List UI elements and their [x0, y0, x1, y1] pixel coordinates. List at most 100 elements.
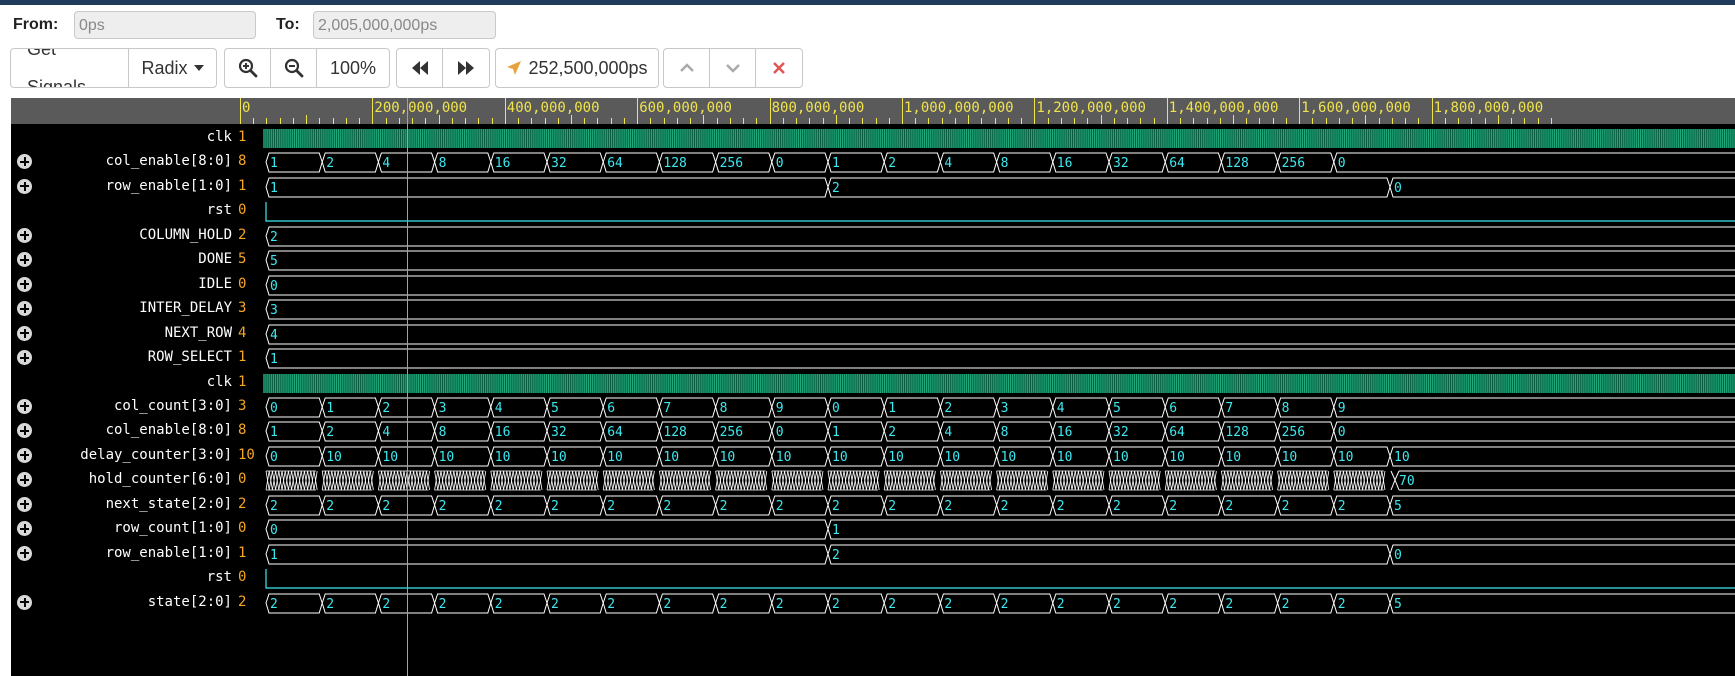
- zoom-in-button[interactable]: [225, 49, 271, 87]
- signal-row[interactable]: row_enable[1:0] 1 1 2 0: [11, 174, 1735, 201]
- move-down-button[interactable]: [710, 49, 756, 87]
- signal-name[interactable]: col_count[3:0]: [114, 398, 232, 414]
- signal-row[interactable]: INTER_DELAY 3 3: [11, 296, 1735, 323]
- signal-row[interactable]: delay_counter[3:0] 10 0 10 10 10 10 10 10 10 10 10 1…: [11, 443, 1735, 470]
- signal-name[interactable]: ROW_SELECT: [148, 349, 232, 365]
- from-time-input[interactable]: 0ps: [74, 11, 256, 39]
- signal-name[interactable]: rst: [207, 569, 232, 585]
- signal-waveform[interactable]: 0 10 10 10 10 10 10 10 10 10 10 10 10 10 10 10 10 10 10 10 1…: [263, 443, 1735, 470]
- ruler-minor-tick: [729, 118, 731, 124]
- zoom-out-button[interactable]: [271, 49, 317, 87]
- signal-name[interactable]: NEXT_ROW: [165, 325, 232, 341]
- bus-segment: [265, 299, 1735, 320]
- signal-name[interactable]: COLUMN_HOLD: [139, 227, 232, 243]
- signal-waveform[interactable]: 2 2 2 2 2 2 2 2 2 2 2 2 2 2 2 2 2 2 2 2 5: [263, 590, 1735, 617]
- move-up-button[interactable]: [664, 49, 710, 87]
- expand-plus-icon[interactable]: [17, 521, 32, 537]
- to-time-input[interactable]: 2,005,000,000ps: [313, 11, 496, 39]
- expand-plus-icon[interactable]: [17, 252, 32, 268]
- signal-row[interactable]: NEXT_ROW 4 4: [11, 321, 1735, 348]
- signal-waveform[interactable]: 1 2 4 8 16 32 64 128 256 0 1 2 4 8 16 32 64 128 256 0: [263, 418, 1735, 445]
- signal-row[interactable]: col_count[3:0] 3 0 1 2 3 4 5 6 7 8 9 0 1 2 3 4 5 6 7 8 9: [11, 394, 1735, 421]
- signal-name[interactable]: hold_counter[6:0]: [89, 471, 232, 487]
- expand-plus-icon[interactable]: [17, 423, 32, 439]
- signal-row[interactable]: rst 0: [11, 565, 1735, 592]
- signal-waveform[interactable]: 01: [263, 516, 1735, 543]
- expand-plus-icon[interactable]: [17, 545, 32, 561]
- cursor-time-button[interactable]: 252,500,000ps: [496, 49, 658, 87]
- expand-plus-icon[interactable]: [17, 496, 32, 512]
- bus-value-label: 8: [439, 425, 447, 440]
- signal-row[interactable]: ROW_SELECT 1 1: [11, 345, 1735, 372]
- signal-waveform[interactable]: [263, 198, 1735, 225]
- signal-waveform[interactable]: 5: [263, 247, 1735, 274]
- expand-plus-icon[interactable]: [17, 350, 32, 366]
- signal-row[interactable]: COLUMN_HOLD 2 2: [11, 223, 1735, 250]
- signal-row[interactable]: col_enable[8:0] 8 1 2 4 8 16 32 64 128 256 0 1 2 4 8 16 3…: [11, 418, 1735, 445]
- signal-name[interactable]: col_enable[8:0]: [106, 153, 232, 169]
- delete-signal-button[interactable]: [756, 49, 802, 87]
- signal-name[interactable]: DONE: [198, 251, 232, 267]
- signal-row[interactable]: rst 0: [11, 198, 1735, 225]
- signal-name[interactable]: INTER_DELAY: [139, 300, 232, 316]
- bus-segment: [265, 250, 1735, 271]
- time-cursor-line[interactable]: [407, 98, 409, 676]
- zoom-level-display[interactable]: 100%: [317, 49, 389, 87]
- signal-row[interactable]: state[2:0] 2 2 2 2 2 2 2 2 2 2 2 2 2 2 2 2 2 2 2 2 2 5: [11, 590, 1735, 617]
- signal-name[interactable]: col_enable[8:0]: [106, 422, 232, 438]
- waveform-viewer[interactable]: 0 200,000,000 400,000,000 600,000,000 800,00…: [11, 98, 1735, 676]
- signal-name[interactable]: rst: [207, 202, 232, 218]
- signal-row[interactable]: row_enable[1:0] 1 1 2 0: [11, 541, 1735, 568]
- signal-name[interactable]: next_state[2:0]: [106, 496, 232, 512]
- signal-waveform[interactable]: 1 2 0: [263, 541, 1735, 568]
- signal-row[interactable]: col_enable[8:0] 8 1 2 4 8 16 32 64 128 256 0 1 2 4 8 16 3…: [11, 149, 1735, 176]
- expand-plus-icon[interactable]: [17, 594, 32, 610]
- signal-waveform[interactable]: [263, 370, 1735, 397]
- signal-row[interactable]: clk 1: [11, 125, 1735, 152]
- expand-plus-icon[interactable]: [17, 472, 32, 488]
- fast-forward-button[interactable]: [443, 49, 489, 87]
- get-signals-button[interactable]: Get Signals: [11, 49, 129, 87]
- bus-value-label: 2: [495, 499, 503, 514]
- signal-waveform[interactable]: 1 2 4 8 16 32 64 128 256 0 1 2 4 8 16 32 64 128 256 0: [263, 149, 1735, 176]
- signal-row[interactable]: DONE 5 5: [11, 247, 1735, 274]
- signal-name[interactable]: row_count[1:0]: [114, 520, 232, 536]
- radix-dropdown-button[interactable]: Radix: [129, 49, 216, 87]
- signal-waveform[interactable]: 2: [263, 223, 1735, 250]
- signal-row[interactable]: IDLE 0 0: [11, 272, 1735, 299]
- expand-plus-icon[interactable]: [17, 178, 32, 194]
- signal-waveform[interactable]: 3: [263, 296, 1735, 323]
- signal-name[interactable]: IDLE: [198, 276, 232, 292]
- signal-row[interactable]: next_state[2:0] 2 2 2 2 2 2 2 2 2 2 2 2 2 2 2 2 2 2 2 2 2 5: [11, 492, 1735, 519]
- expand-plus-icon[interactable]: [17, 301, 32, 317]
- signal-row[interactable]: clk 1: [11, 370, 1735, 397]
- signal-name[interactable]: clk: [207, 374, 232, 390]
- signal-waveform[interactable]: 1: [263, 345, 1735, 372]
- signal-row[interactable]: hold_counter[6:0] 0 70: [11, 467, 1735, 494]
- signal-waveform[interactable]: 70: [263, 467, 1735, 494]
- expand-plus-icon[interactable]: [17, 325, 32, 341]
- signal-name[interactable]: row_enable[1:0]: [106, 178, 232, 194]
- signal-name[interactable]: delay_counter[3:0]: [80, 447, 232, 463]
- signal-name[interactable]: state[2:0]: [148, 594, 232, 610]
- signal-waveform[interactable]: 0 1 2 3 4 5 6 7 8 9 0 1 2 3 4 5 6 7 8 9: [263, 394, 1735, 421]
- signal-name[interactable]: row_enable[1:0]: [106, 545, 232, 561]
- signal-waveform[interactable]: 1 2 0: [263, 174, 1735, 201]
- signal-waveform[interactable]: [263, 125, 1735, 152]
- signal-row[interactable]: row_count[1:0] 0 0 1: [11, 516, 1735, 543]
- ruler-minor-tick: [1550, 118, 1552, 124]
- expand-plus-icon[interactable]: [17, 154, 32, 170]
- ruler-minor-tick: [968, 115, 970, 124]
- signal-name[interactable]: clk: [207, 129, 232, 145]
- signal-waveform[interactable]: 4: [263, 321, 1735, 348]
- signal-waveform[interactable]: [263, 565, 1735, 592]
- signal-waveform[interactable]: 2 2 2 2 2 2 2 2 2 2 2 2 2 2 2 2 2 2 2 2 5: [263, 492, 1735, 519]
- expand-plus-icon[interactable]: [17, 398, 32, 414]
- bus-value-label: 2: [439, 597, 447, 612]
- rewind-button[interactable]: [397, 49, 443, 87]
- time-ruler[interactable]: 0 200,000,000 400,000,000 600,000,000 800,00…: [11, 98, 1735, 124]
- expand-plus-icon[interactable]: [17, 276, 32, 292]
- expand-plus-icon[interactable]: [17, 447, 32, 463]
- signal-waveform[interactable]: 0: [263, 272, 1735, 299]
- expand-plus-icon[interactable]: [17, 227, 32, 243]
